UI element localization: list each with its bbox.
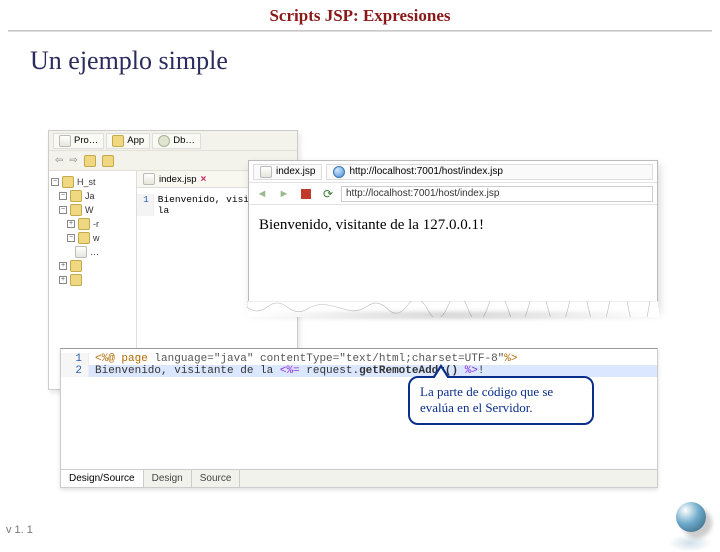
- ide-tab-db[interactable]: Db…: [152, 133, 201, 149]
- browser-tabbar: index.jsp http://localhost:7001/host/ind…: [249, 161, 657, 183]
- browser-shadow: [244, 310, 664, 320]
- browser-tab-file[interactable]: index.jsp: [253, 164, 322, 180]
- back-icon[interactable]: ◄: [253, 186, 271, 202]
- line-number: 1: [137, 194, 154, 216]
- line-number: 1: [61, 353, 89, 365]
- page-body-text: Bienvenido, visitante de la 127.0.0.1!: [259, 217, 484, 233]
- tree-node[interactable]: −w: [51, 231, 134, 245]
- ide-tab-label: Db…: [173, 135, 195, 146]
- back-icon[interactable]: ⇦: [55, 155, 63, 166]
- jsp-icon: [143, 173, 155, 185]
- folder-open-icon[interactable]: [102, 155, 114, 167]
- decorative-orb-icon: [676, 502, 706, 532]
- tree-node[interactable]: +: [51, 273, 134, 287]
- database-icon: [158, 135, 170, 147]
- folder-icon: [112, 135, 124, 147]
- forward-icon[interactable]: ⇨: [69, 155, 77, 166]
- tree-node[interactable]: −H_st: [51, 175, 134, 189]
- tree-node[interactable]: …: [51, 245, 134, 259]
- ide-tab-projects[interactable]: Pro…: [53, 133, 104, 149]
- slide-title: Scripts JSP: Expresiones: [269, 6, 450, 25]
- editor-tab-label: index.jsp: [159, 174, 197, 185]
- browser-window: index.jsp http://localhost:7001/host/ind…: [248, 160, 658, 310]
- tree-node[interactable]: −Ja: [51, 189, 134, 203]
- ide-tab-label: Pro…: [74, 135, 98, 146]
- folder-icon[interactable]: [84, 155, 96, 167]
- browser-navbar: ◄ ► ⟳ http://localhost:7001/host/index.j…: [249, 183, 657, 205]
- content-stage: Pro… App Db… ⇦ ⇨ −H_st −Ja −W +-r −w: [48, 130, 658, 500]
- file-icon: [59, 135, 71, 147]
- browser-tab-url[interactable]: http://localhost:7001/host/index.jsp: [326, 164, 653, 180]
- tab-design[interactable]: Design: [144, 470, 192, 487]
- browser-viewport: Bienvenido, visitante de la 127.0.0.1!: [249, 205, 657, 246]
- callout-text: La parte de código que se evalúa en el S…: [420, 384, 553, 415]
- slide-subtitle: Un ejemplo simple: [0, 32, 720, 76]
- tree-node[interactable]: −W: [51, 203, 134, 217]
- ide-toolbar: Pro… App Db…: [49, 131, 297, 151]
- stop-icon[interactable]: [297, 186, 315, 202]
- ide-tab-app[interactable]: App: [106, 133, 150, 149]
- address-text: http://localhost:7001/host/index.jsp: [346, 188, 499, 199]
- browser-tab-label: index.jsp: [276, 166, 315, 177]
- version-label: v 1. 1: [6, 524, 33, 536]
- forward-icon[interactable]: ►: [275, 186, 293, 202]
- slide-title-bar: Scripts JSP: Expresiones: [0, 0, 720, 30]
- globe-icon: [333, 166, 345, 178]
- ide-tab-label: App: [127, 135, 144, 146]
- jsp-icon: [260, 166, 272, 178]
- tab-source[interactable]: Source: [192, 470, 241, 487]
- address-bar[interactable]: http://localhost:7001/host/index.jsp: [341, 186, 653, 202]
- browser-tab-url-text: http://localhost:7001/host/index.jsp: [349, 166, 502, 177]
- close-icon[interactable]: ×: [201, 174, 207, 185]
- refresh-icon[interactable]: ⟳: [319, 186, 337, 202]
- tab-design-source[interactable]: Design/Source: [61, 470, 144, 487]
- annotation-callout: La parte de código que se evalúa en el S…: [408, 376, 594, 425]
- line-number: 2: [61, 365, 89, 377]
- code-line: 1 <%@ page language="java" contentType="…: [61, 353, 657, 365]
- tree-node[interactable]: +: [51, 259, 134, 273]
- code-text: <%@ page language="java" contentType="te…: [89, 353, 657, 365]
- orb-reflection: [668, 534, 712, 552]
- tree-node[interactable]: +-r: [51, 217, 134, 231]
- editor-mode-tabs: Design/Source Design Source: [61, 469, 657, 487]
